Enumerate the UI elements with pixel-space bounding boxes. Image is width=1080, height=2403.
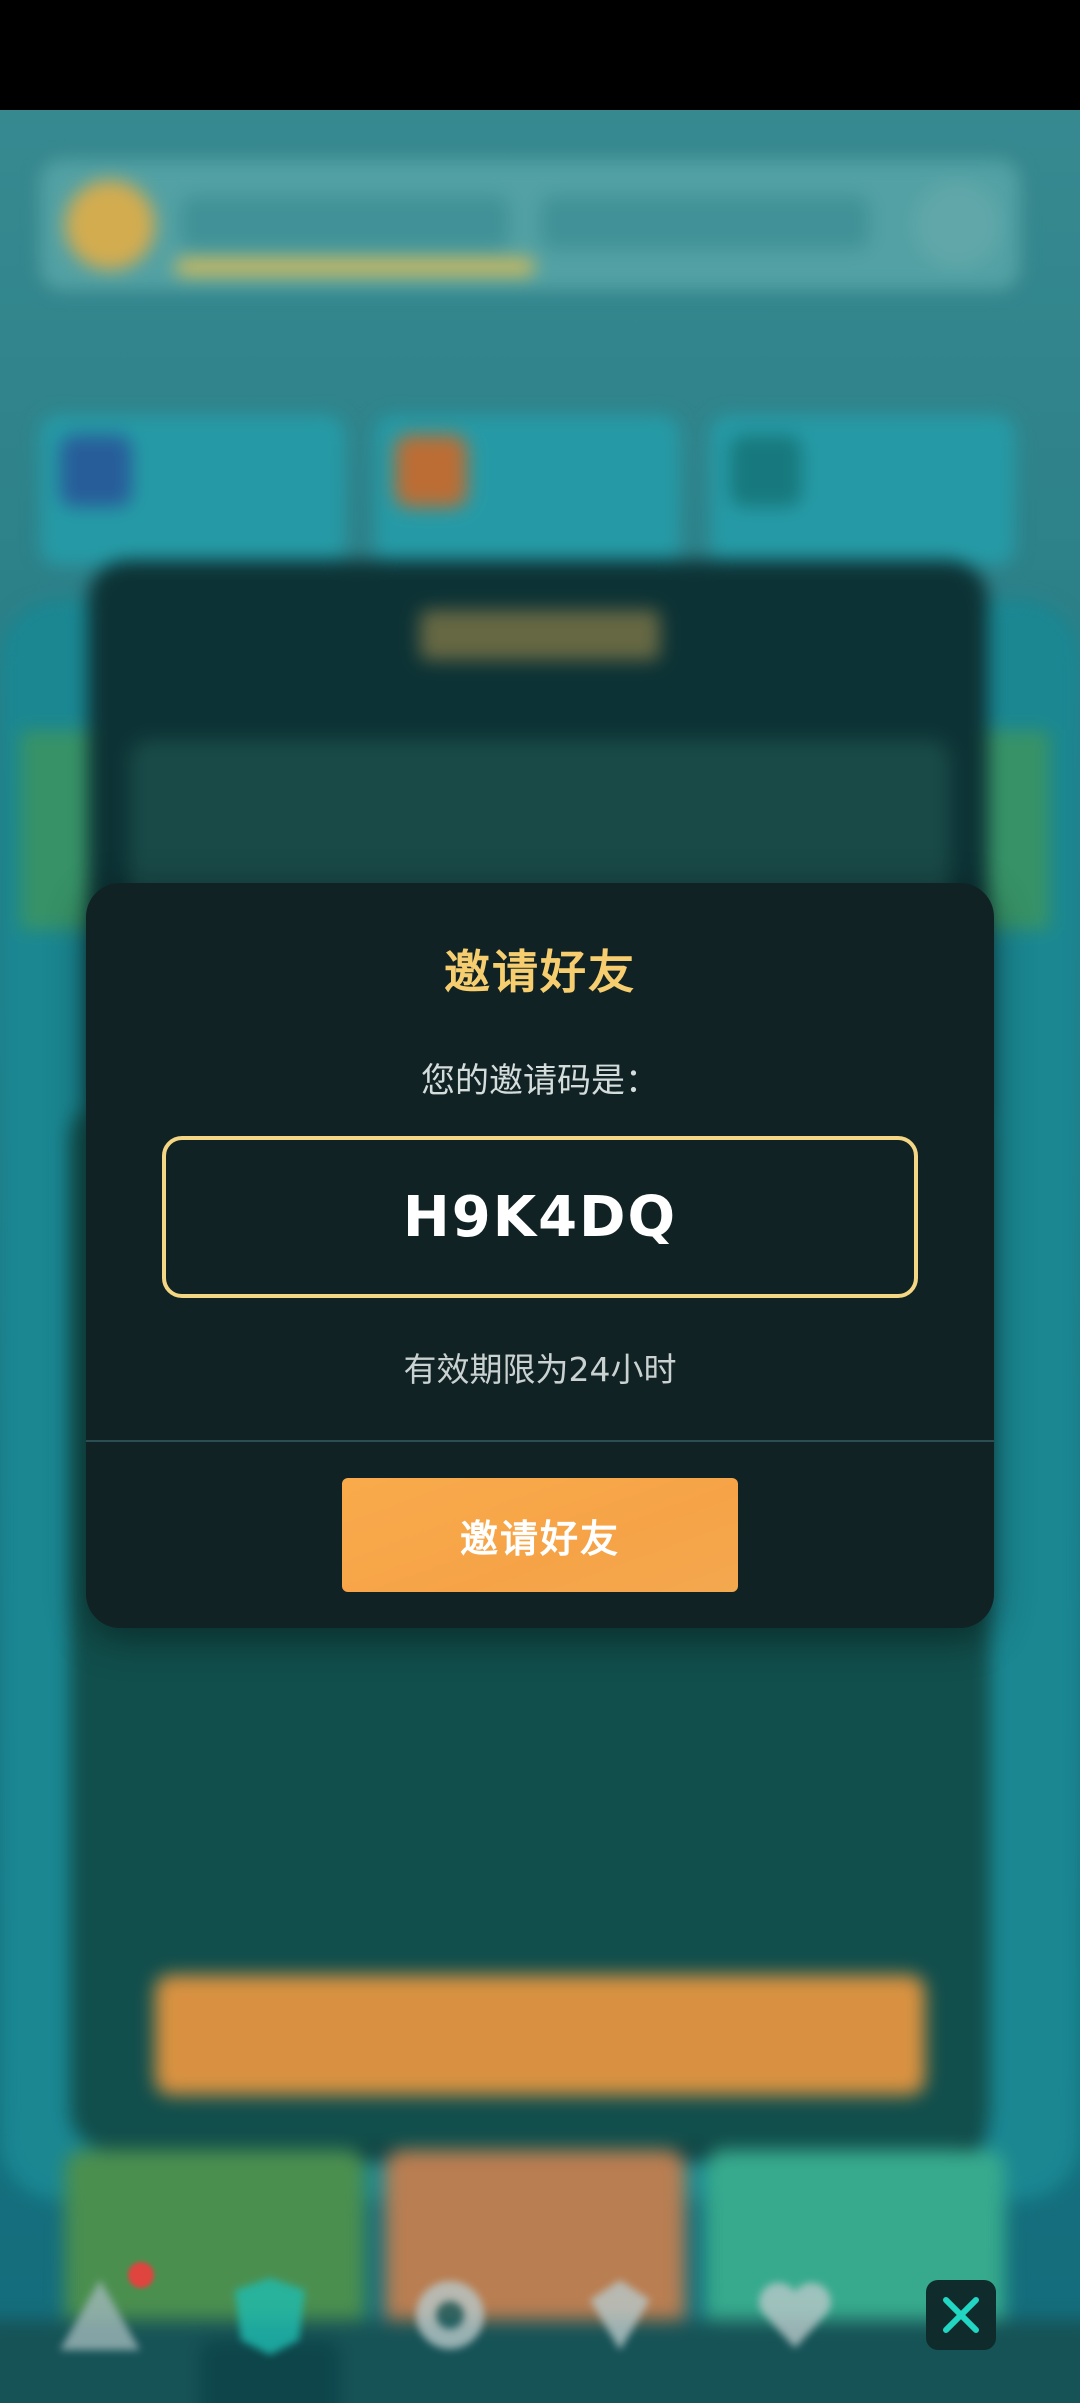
- notification-badge: [128, 2262, 154, 2288]
- invite-friend-button[interactable]: 邀请好友: [342, 1478, 738, 1592]
- invite-friend-modal: 邀请好友 您的邀请码是： H9K4DQ 有效期限为24小时 邀请好友: [86, 883, 994, 1628]
- status-bar: [0, 0, 1080, 110]
- close-x-icon: [943, 2297, 979, 2333]
- invite-code-label: 您的邀请码是：: [421, 1061, 659, 1101]
- close-button[interactable]: [926, 2280, 996, 2350]
- gem-icon: [590, 2280, 650, 2350]
- gear-icon: [416, 2281, 484, 2349]
- divider: [86, 1440, 994, 1442]
- modal-title: 邀请好友: [444, 945, 636, 999]
- invite-code-value[interactable]: H9K4DQ: [403, 1185, 677, 1250]
- expiry-text: 有效期限为24小时: [403, 1350, 677, 1389]
- invite-code-box[interactable]: H9K4DQ: [162, 1136, 918, 1298]
- invite-button-label: 邀请好友: [459, 1516, 620, 1561]
- shield-icon: [235, 2278, 305, 2355]
- heart-icon: [759, 2282, 831, 2348]
